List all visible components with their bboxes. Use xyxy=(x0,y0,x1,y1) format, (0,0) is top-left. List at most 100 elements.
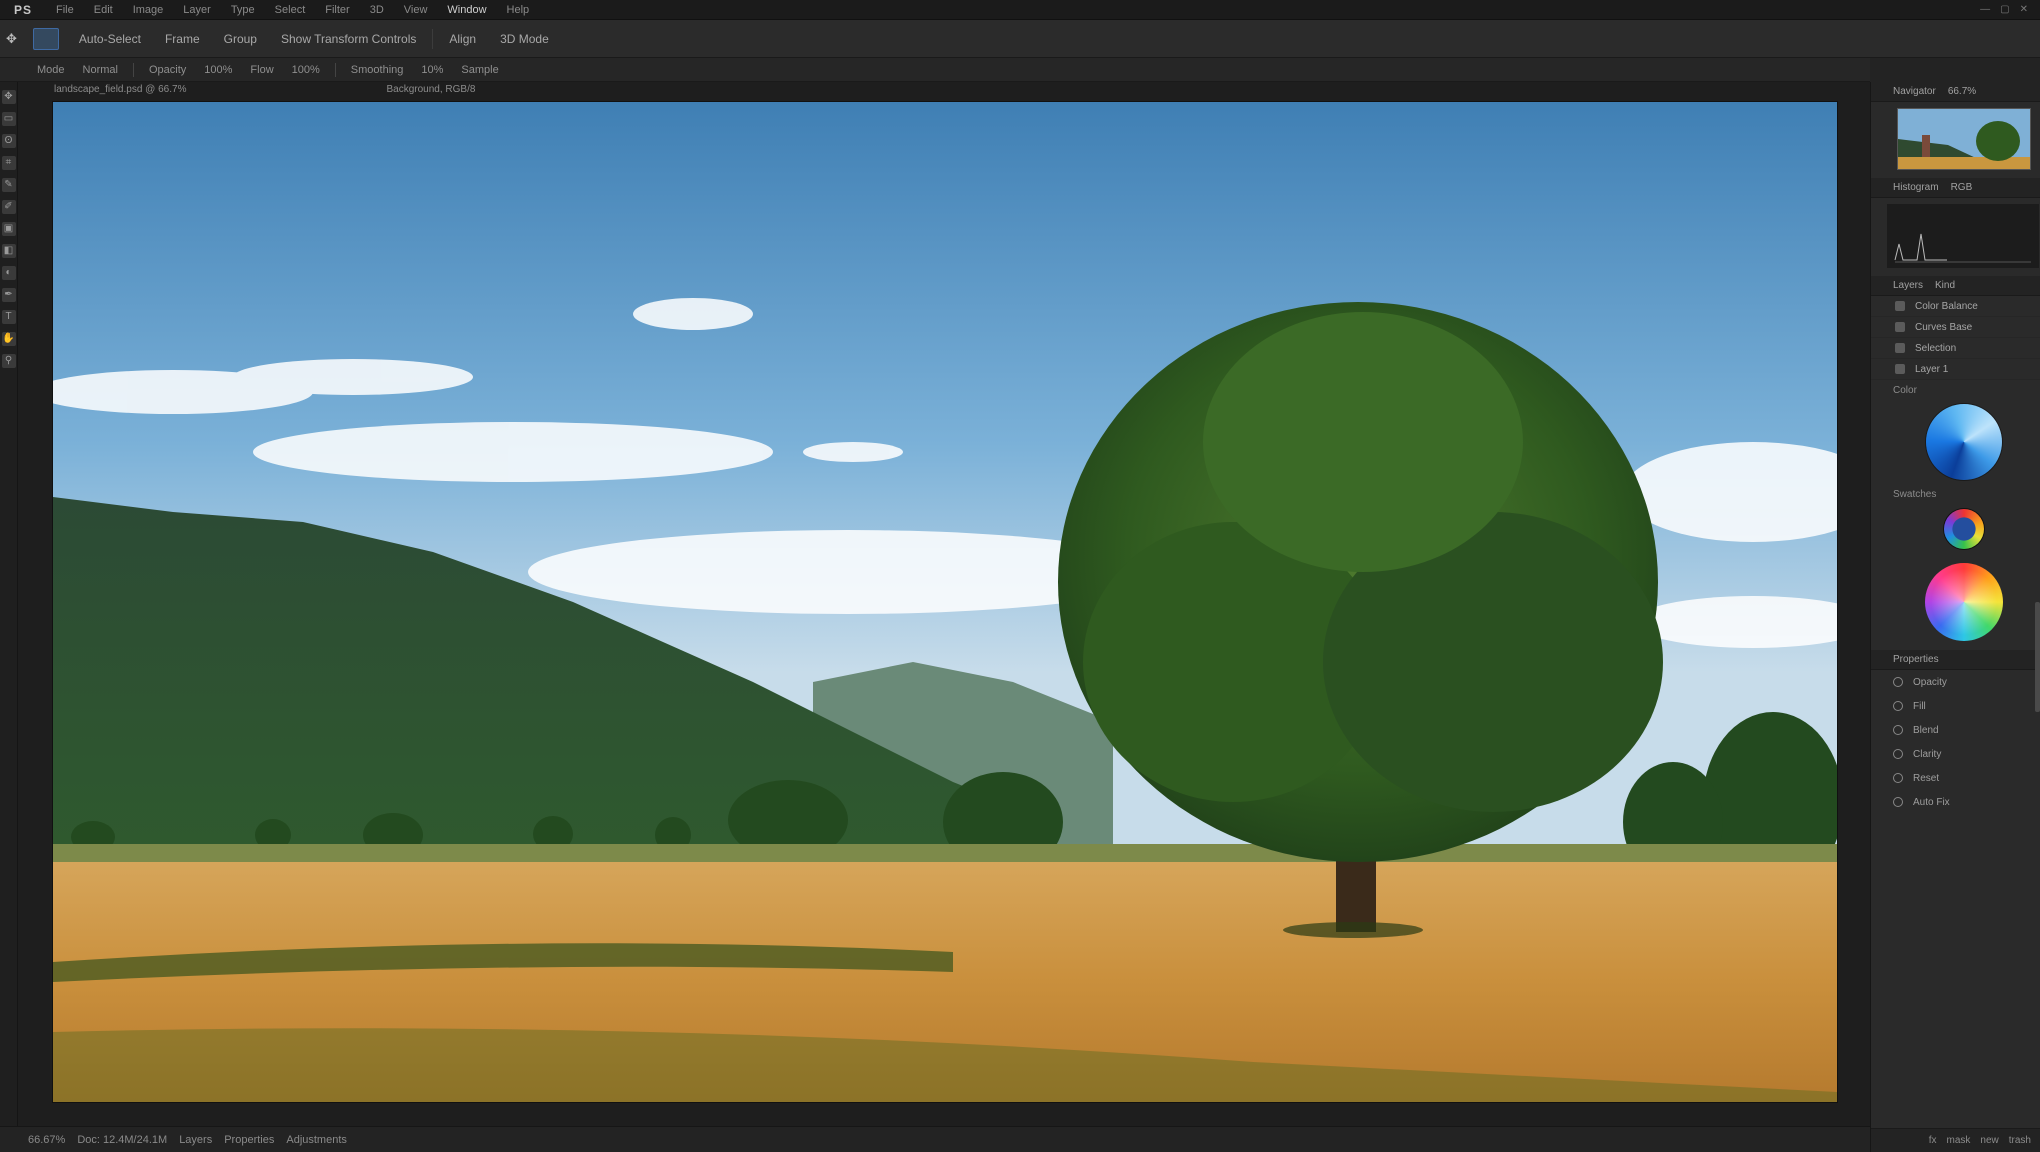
image-canvas[interactable] xyxy=(53,102,1837,1102)
layer-thumbnail-icon xyxy=(1895,343,1905,353)
swatches-header[interactable]: Swatches xyxy=(1871,484,2040,504)
opacity-label: Opacity xyxy=(148,63,187,76)
move-tool-icon: ✥ xyxy=(6,30,17,46)
mask-icon[interactable]: mask xyxy=(1947,1135,1971,1146)
status-properties: Properties xyxy=(224,1133,275,1146)
layer-name: Color Balance xyxy=(1915,300,1978,312)
menu-edit[interactable]: Edit xyxy=(84,0,123,20)
blend-icon xyxy=(1893,725,1903,735)
maximize-button[interactable]: ▢ xyxy=(2000,4,2009,15)
brush-tool-icon[interactable]: ✐ xyxy=(1,200,16,214)
layers-header[interactable]: Layers Kind xyxy=(1871,276,2040,296)
panel-scrollbar[interactable] xyxy=(2035,602,2040,712)
navigator-preview xyxy=(1898,109,2030,169)
auto-fix-icon xyxy=(1893,797,1903,807)
navigator-title: Navigator xyxy=(1893,86,1936,97)
eyedropper-tool-icon[interactable]: ✎ xyxy=(1,178,16,192)
color-picker-disc[interactable] xyxy=(1925,404,2002,480)
navigator-thumbnail[interactable] xyxy=(1897,108,2031,170)
smoothing-label: Smoothing xyxy=(350,63,404,76)
group-dropdown[interactable]: Group xyxy=(212,32,269,46)
marquee-tool-icon[interactable]: ▭ xyxy=(1,112,16,126)
align-buttons[interactable]: Align xyxy=(437,32,488,46)
layer-row[interactable]: Layer 1 xyxy=(1871,359,2040,380)
3d-mode-button[interactable]: 3D Mode xyxy=(488,32,561,46)
property-row[interactable]: Clarity xyxy=(1871,742,2040,766)
fx-icon[interactable]: fx xyxy=(1929,1135,1937,1146)
smoothing-field[interactable]: 10% xyxy=(412,64,452,76)
layer-row[interactable]: Curves Base xyxy=(1871,317,2040,338)
flow-field[interactable]: 100% xyxy=(283,64,329,76)
property-row[interactable]: Blend xyxy=(1871,718,2040,742)
layer-row[interactable]: Selection xyxy=(1871,338,2040,359)
flow-label: Flow xyxy=(250,63,274,76)
color-wheel-area xyxy=(1871,400,2040,484)
auto-select-checkbox[interactable]: Auto-Select xyxy=(67,32,153,46)
document-info: Background, RGB/8 xyxy=(386,84,476,95)
opacity-field[interactable]: 100% xyxy=(195,64,241,76)
menu-view[interactable]: View xyxy=(394,0,438,20)
type-tool-icon[interactable]: T xyxy=(1,310,16,324)
panel-footer: fx mask new trash xyxy=(1871,1128,2040,1152)
divider xyxy=(132,62,134,77)
property-label: Opacity xyxy=(1913,676,1947,688)
property-label: Auto Fix xyxy=(1913,796,1950,808)
spectrum-area xyxy=(1871,554,2040,650)
reset-icon xyxy=(1893,773,1903,783)
layers-kind-filter[interactable]: Kind xyxy=(1935,280,1955,291)
eraser-tool-icon[interactable]: ◧ xyxy=(1,244,16,258)
zoom-tool-icon[interactable]: ⚲ xyxy=(1,354,16,368)
color-header[interactable]: Color xyxy=(1871,380,2040,400)
menu-layer[interactable]: Layer xyxy=(173,0,221,20)
menu-filter[interactable]: Filter xyxy=(315,0,359,20)
layer-row[interactable]: Color Balance xyxy=(1871,296,2040,317)
crop-tool-icon[interactable]: ⌗ xyxy=(1,156,16,170)
document-tab[interactable]: landscape_field.psd @ 66.7% xyxy=(54,84,186,102)
properties-header[interactable]: Properties xyxy=(1871,650,2040,670)
layer-thumbnail-icon xyxy=(1895,322,1905,332)
property-row[interactable]: Opacity xyxy=(1871,670,2040,694)
menu-image[interactable]: Image xyxy=(123,0,174,20)
navigator-zoom: 66.7% xyxy=(1947,86,1977,97)
menu-3d[interactable]: 3D xyxy=(360,0,394,20)
tool-preset-picker[interactable] xyxy=(32,27,59,50)
menu-bar: PS File Edit Image Layer Type Select Fil… xyxy=(0,0,2040,20)
stamp-tool-icon[interactable]: ▣ xyxy=(1,222,16,236)
histogram-header[interactable]: Histogram RGB xyxy=(1871,178,2040,198)
transform-controls-checkbox[interactable]: Show Transform Controls xyxy=(269,32,428,46)
layer-thumbnail-icon xyxy=(1895,364,1905,374)
histogram-channel[interactable]: RGB xyxy=(1951,182,1973,193)
color-title: Color xyxy=(1893,384,1917,396)
menu-file[interactable]: File xyxy=(46,0,84,20)
right-panel: Navigator 66.7% Histogram RGB Layers Kin… xyxy=(1870,82,2040,1152)
menu-type[interactable]: Type xyxy=(221,0,265,20)
clarity-icon xyxy=(1893,749,1903,759)
trash-icon[interactable]: trash xyxy=(2009,1135,2031,1146)
gradient-tool-icon[interactable]: ◐ xyxy=(1,266,16,280)
hue-ring[interactable] xyxy=(1943,509,1984,549)
menu-help[interactable]: Help xyxy=(497,0,540,20)
minimize-button[interactable]: — xyxy=(1980,4,1990,15)
sample-dropdown[interactable]: Sample xyxy=(452,64,507,76)
menu-window[interactable]: Window xyxy=(437,0,496,20)
new-layer-icon[interactable]: new xyxy=(1980,1135,1998,1146)
lasso-tool-icon[interactable]: ʘ xyxy=(1,134,16,148)
pen-tool-icon[interactable]: ✒ xyxy=(1,288,16,302)
move-tool-icon[interactable]: ✥ xyxy=(1,90,16,104)
close-button[interactable]: ✕ xyxy=(2020,4,2028,15)
hand-tool-icon[interactable]: ✋ xyxy=(1,332,16,346)
status-adjustments: Adjustments xyxy=(286,1133,347,1146)
property-row[interactable]: Auto Fix xyxy=(1871,790,2040,814)
property-row[interactable]: Fill xyxy=(1871,694,2040,718)
frame-option[interactable]: Frame xyxy=(153,32,212,46)
navigator-header[interactable]: Navigator 66.7% xyxy=(1871,82,2040,102)
property-label: Blend xyxy=(1913,724,1939,736)
property-row[interactable]: Reset xyxy=(1871,766,2040,790)
spectrum-wheel[interactable] xyxy=(1924,563,2003,641)
menu-select[interactable]: Select xyxy=(265,0,316,20)
mode-dropdown[interactable]: Normal xyxy=(74,64,127,76)
properties-title: Properties xyxy=(1893,654,1939,665)
layer-name: Layer 1 xyxy=(1915,363,1949,375)
zoom-level[interactable]: 66.67% xyxy=(22,1134,71,1146)
layers-title: Layers xyxy=(1893,280,1924,291)
